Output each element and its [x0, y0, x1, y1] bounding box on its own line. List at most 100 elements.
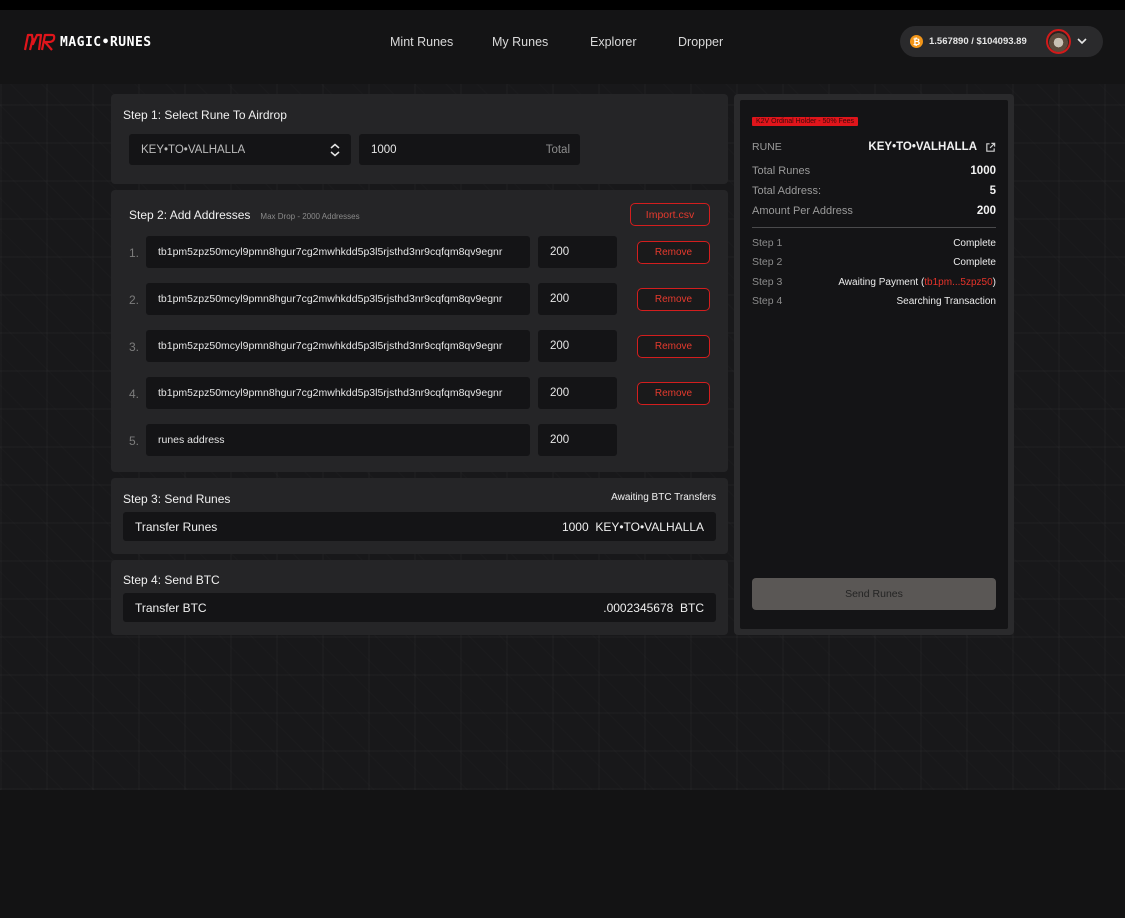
nav-explorer[interactable]: Explorer: [590, 35, 637, 49]
amount-per-address-value: 200: [976, 205, 996, 217]
remove-button-2[interactable]: Remove: [637, 288, 710, 311]
status-step4-row: Step 4 Searching Transaction: [752, 295, 996, 307]
status-prefix: Awaiting Payment (: [838, 276, 925, 288]
nav-my-runes[interactable]: My Runes: [492, 35, 548, 49]
address-input-2[interactable]: tb1pm5zpz50mcyl9pmn8hgur7cg2mwhkdd5p3l5r…: [146, 283, 530, 315]
transfer-runes-label: Transfer Runes: [135, 519, 218, 534]
transfer-btc-row: Transfer BTC .0002345678 BTC: [123, 593, 716, 622]
external-link-icon[interactable]: [985, 142, 996, 153]
amount-input-2[interactable]: 200: [538, 283, 617, 315]
step3-status: Awaiting BTC Transfers: [611, 492, 716, 503]
amount-value: 200: [550, 293, 570, 305]
amount-per-address-row: Amount Per Address 200: [752, 205, 996, 217]
amount-input-3[interactable]: 200: [538, 330, 617, 362]
address-input-5[interactable]: runes address: [146, 424, 530, 456]
step3-title: Step 3: Send Runes: [123, 492, 231, 506]
total-address-value: 5: [989, 185, 996, 197]
row-number: 2.: [129, 293, 140, 307]
logo-mark-icon: [24, 33, 56, 51]
row-number: 4.: [129, 387, 140, 401]
status-step-value: Complete: [953, 237, 996, 249]
amount-value: 200: [550, 387, 570, 399]
amount-value: 200: [550, 434, 570, 446]
status-suffix: ): [992, 276, 996, 288]
address-value: tb1pm5zpz50mcyl9pmn8hgur7cg2mwhkdd5p3l5r…: [158, 387, 503, 399]
step4-panel: Step 4: Send BTC Transfer BTC .000234567…: [111, 560, 728, 635]
bitcoin-icon: ₿: [910, 35, 923, 48]
status-step-label: Step 2: [752, 256, 783, 268]
brand-name: MAGIC•RUNES: [60, 34, 152, 50]
amount-value: 200: [550, 246, 570, 258]
row-number: 5.: [129, 434, 140, 448]
nav-mint-runes[interactable]: Mint Runes: [390, 35, 453, 49]
send-runes-button[interactable]: Send Runes: [752, 578, 996, 610]
brand-logo[interactable]: MAGIC•RUNES: [24, 32, 152, 52]
chevron-down-icon[interactable]: [1076, 35, 1088, 47]
total-suffix: Total: [545, 143, 570, 156]
amount-per-address-label: Amount Per Address: [752, 205, 853, 217]
page-footer-area: [0, 790, 1125, 918]
status-step1-row: Step 1 Complete: [752, 237, 996, 249]
address-placeholder: runes address: [158, 434, 225, 446]
step4-title: Step 4: Send BTC: [123, 573, 220, 587]
total-runes-value: 1000: [371, 143, 397, 156]
fee-discount-badge: K2V Ordinal Holder - 50% Fees: [752, 117, 859, 126]
step2-subtitle: Max Drop - 2000 Addresses: [260, 212, 360, 221]
remove-button-1[interactable]: Remove: [637, 241, 710, 264]
summary-panel: K2V Ordinal Holder - 50% Fees RUNE KEY•T…: [734, 94, 1014, 635]
remove-button-4[interactable]: Remove: [637, 382, 710, 405]
wallet-balance-pill[interactable]: ₿ 1.567890 / $104093.89: [900, 26, 1103, 57]
amount-input-5[interactable]: 200: [538, 424, 617, 456]
transfer-btc-value: .0002345678 BTC: [603, 600, 704, 615]
total-runes-input[interactable]: 1000 Total: [359, 134, 580, 165]
address-value: tb1pm5zpz50mcyl9pmn8hgur7cg2mwhkdd5p3l5r…: [158, 293, 503, 305]
step2-title-text: Step 2: Add Addresses: [129, 208, 251, 222]
amount-input-1[interactable]: 200: [538, 236, 617, 268]
rune-select[interactable]: KEY•TO•VALHALLA: [129, 134, 351, 165]
top-navbar: MAGIC•RUNES Mint Runes My Runes Explorer…: [0, 10, 1125, 74]
step2-title: Step 2: Add Addresses Max Drop - 2000 Add…: [129, 208, 360, 222]
import-csv-button[interactable]: Import.csv: [630, 203, 710, 226]
total-runes-label: Total Runes: [752, 165, 811, 177]
remove-button-3[interactable]: Remove: [637, 335, 710, 358]
rune-select-value: KEY•TO•VALHALLA: [141, 143, 246, 156]
step1-title: Step 1: Select Rune To Airdrop: [123, 108, 287, 122]
nav-dropper[interactable]: Dropper: [678, 35, 723, 49]
address-value: tb1pm5zpz50mcyl9pmn8hgur7cg2mwhkdd5p3l5r…: [158, 340, 503, 352]
address-value: tb1pm5zpz50mcyl9pmn8hgur7cg2mwhkdd5p3l5r…: [158, 246, 503, 258]
total-runes-row: Total Runes 1000: [752, 165, 996, 177]
summary-card: K2V Ordinal Holder - 50% Fees RUNE KEY•T…: [740, 100, 1008, 629]
rune-label: RUNE: [752, 141, 782, 153]
status-step-label: Step 3: [752, 276, 783, 288]
rune-row: RUNE KEY•TO•VALHALLA: [752, 141, 996, 153]
transfer-runes-value: 1000 KEY•TO•VALHALLA: [561, 519, 704, 534]
total-address-label: Total Address:: [752, 185, 822, 197]
amount-value: 200: [550, 340, 570, 352]
status-step-label: Step 1: [752, 237, 783, 249]
step1-panel: Step 1: Select Rune To Airdrop KEY•TO•VA…: [111, 94, 728, 184]
status-step-value: Searching Transaction: [896, 295, 996, 307]
top-strip: [0, 0, 1125, 10]
avatar[interactable]: [1046, 29, 1071, 54]
wallet-balance: 1.567890 / $104093.89: [929, 36, 1027, 47]
total-runes-summary: 1000: [970, 165, 996, 177]
divider: [752, 227, 996, 228]
address-input-4[interactable]: tb1pm5zpz50mcyl9pmn8hgur7cg2mwhkdd5p3l5r…: [146, 377, 530, 409]
transfer-runes-row: Transfer Runes 1000 KEY•TO•VALHALLA: [123, 512, 716, 541]
address-input-3[interactable]: tb1pm5zpz50mcyl9pmn8hgur7cg2mwhkdd5p3l5r…: [146, 330, 530, 362]
status-step3-row: Step 3 Awaiting Payment (tb1pm...5zpz50): [752, 276, 996, 288]
amount-input-4[interactable]: 200: [538, 377, 617, 409]
address-input-1[interactable]: tb1pm5zpz50mcyl9pmn8hgur7cg2mwhkdd5p3l5r…: [146, 236, 530, 268]
updown-chevron-icon: [330, 143, 340, 157]
payment-address-link[interactable]: tb1pm...5zpz50: [924, 277, 992, 288]
row-number: 3.: [129, 340, 140, 354]
status-step2-row: Step 2 Complete: [752, 256, 996, 268]
status-step-value: Awaiting Payment (tb1pm...5zpz50): [838, 277, 996, 288]
step3-panel: Step 3: Send Runes Awaiting BTC Transfer…: [111, 478, 728, 554]
step2-panel: Step 2: Add Addresses Max Drop - 2000 Add…: [111, 190, 728, 472]
status-step-value: Complete: [953, 256, 996, 268]
row-number: 1.: [129, 246, 140, 260]
transfer-btc-label: Transfer BTC: [135, 600, 207, 615]
status-step-label: Step 4: [752, 295, 783, 307]
total-address-row: Total Address: 5: [752, 185, 996, 197]
